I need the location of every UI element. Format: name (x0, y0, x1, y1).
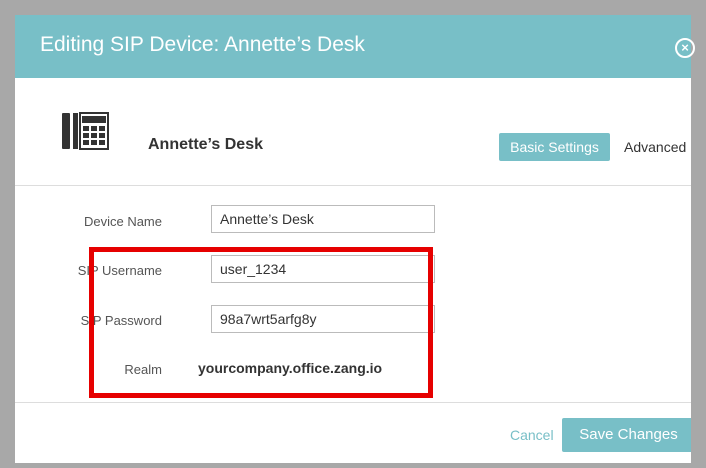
dialog-title: Editing SIP Device: Annette’s Desk (40, 33, 365, 56)
footer-divider (15, 402, 691, 403)
close-icon[interactable]: × (675, 38, 695, 58)
device-name-heading: Annette’s Desk (148, 136, 263, 153)
save-changes-button[interactable]: Save Changes (562, 418, 691, 452)
tab-basic-settings[interactable]: Basic Settings (499, 133, 610, 161)
desk-phone-icon (58, 111, 110, 160)
header-divider (15, 185, 691, 186)
device-name-label: Device Name (83, 214, 162, 229)
cancel-button[interactable]: Cancel (510, 427, 554, 443)
highlight-box (89, 247, 433, 398)
dialog-header: Editing SIP Device: Annette’s Desk (15, 15, 691, 78)
edit-sip-device-dialog: Editing SIP Device: Annette’s Desk Annet… (15, 15, 691, 463)
tab-advanced[interactable]: Advanced (624, 139, 686, 155)
device-name-field[interactable]: Annette’s Desk (211, 205, 435, 233)
